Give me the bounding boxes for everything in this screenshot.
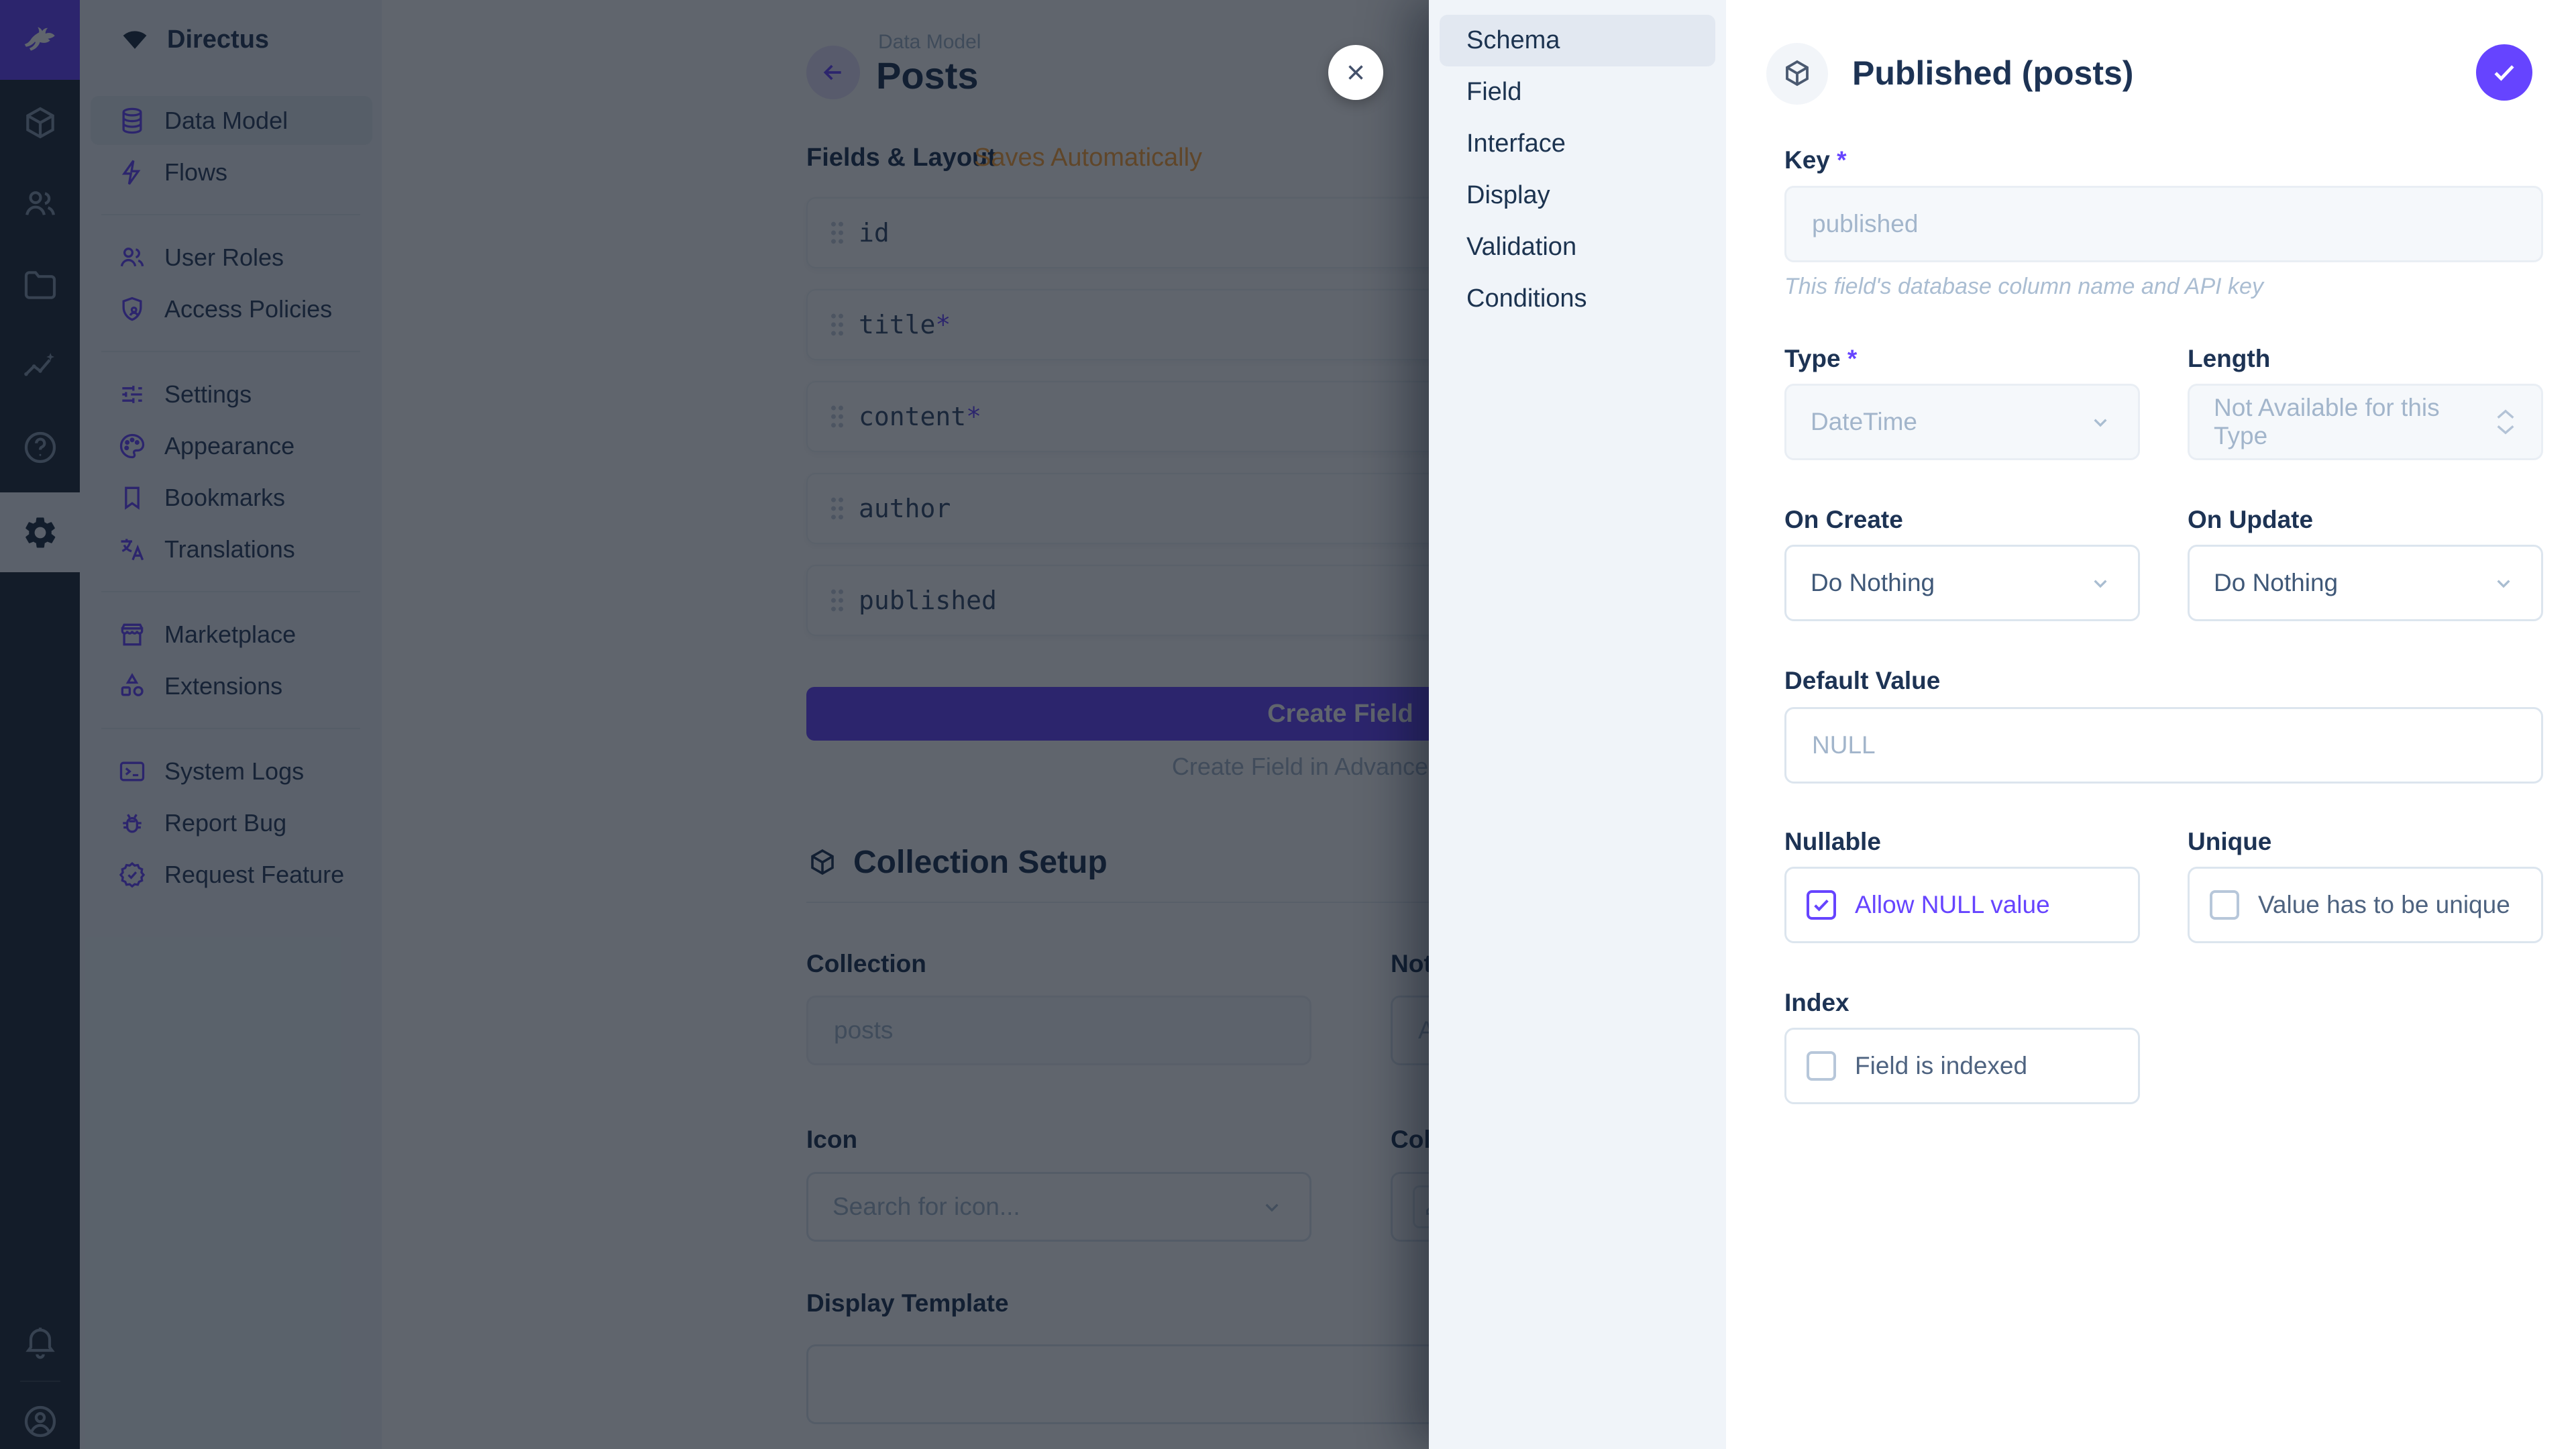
key-input[interactable]	[1784, 186, 2543, 262]
field-detail-drawer: Schema Field Interface Display Validatio…	[1429, 0, 2576, 1449]
tab-schema[interactable]: Schema	[1440, 15, 1715, 66]
tab-field[interactable]: Field	[1440, 66, 1715, 118]
chevron-down-icon	[2490, 570, 2517, 596]
on-update-select[interactable]: Do Nothing	[2188, 545, 2543, 621]
length-input[interactable]: Not Available for this Type	[2188, 384, 2543, 460]
length-label: Length	[2188, 345, 2270, 373]
unique-label: Unique	[2188, 828, 2271, 856]
chevron-down-icon	[2087, 409, 2114, 435]
index-checkbox-row[interactable]: Field is indexed	[1784, 1028, 2140, 1104]
tab-validation[interactable]: Validation	[1440, 221, 1715, 273]
nullable-label: Nullable	[1784, 828, 1881, 856]
checkbox-checked-icon[interactable]	[1807, 890, 1836, 920]
check-icon	[2489, 58, 2519, 87]
tab-conditions[interactable]: Conditions	[1440, 273, 1715, 325]
key-helper-text: This field's database column name and AP…	[1784, 274, 2263, 300]
drawer-tab-list: Schema Field Interface Display Validatio…	[1429, 0, 1726, 1449]
type-label: Type *	[1784, 345, 1857, 373]
allow-null-checkbox-row[interactable]: Allow NULL value	[1784, 867, 2140, 943]
tab-interface[interactable]: Interface	[1440, 118, 1715, 170]
box-icon	[1781, 58, 1813, 90]
checkbox-unchecked-icon[interactable]	[1807, 1051, 1836, 1081]
on-create-select[interactable]: Do Nothing	[1784, 545, 2140, 621]
drawer-title: Published (posts)	[1852, 54, 2133, 93]
default-value-input[interactable]	[1784, 707, 2543, 784]
index-label: Index	[1784, 989, 1849, 1017]
key-label: Key *	[1784, 146, 1847, 174]
tab-display[interactable]: Display	[1440, 170, 1715, 221]
close-icon	[1343, 60, 1368, 85]
checkbox-unchecked-icon[interactable]	[2210, 890, 2239, 920]
default-value-label: Default Value	[1784, 667, 1940, 695]
close-drawer-button[interactable]	[1328, 45, 1383, 100]
on-update-label: On Update	[2188, 506, 2313, 534]
number-stepper-icon[interactable]	[2494, 407, 2517, 437]
chevron-down-icon	[2087, 570, 2114, 596]
drawer-body: Published (posts) Key * This field's dat…	[1726, 0, 2576, 1449]
on-create-label: On Create	[1784, 506, 1903, 534]
modal-overlay[interactable]	[0, 0, 1429, 1449]
save-button[interactable]	[2476, 44, 2532, 101]
type-select[interactable]: DateTime	[1784, 384, 2140, 460]
unique-checkbox-row[interactable]: Value has to be unique	[2188, 867, 2543, 943]
field-type-avatar	[1766, 43, 1828, 105]
